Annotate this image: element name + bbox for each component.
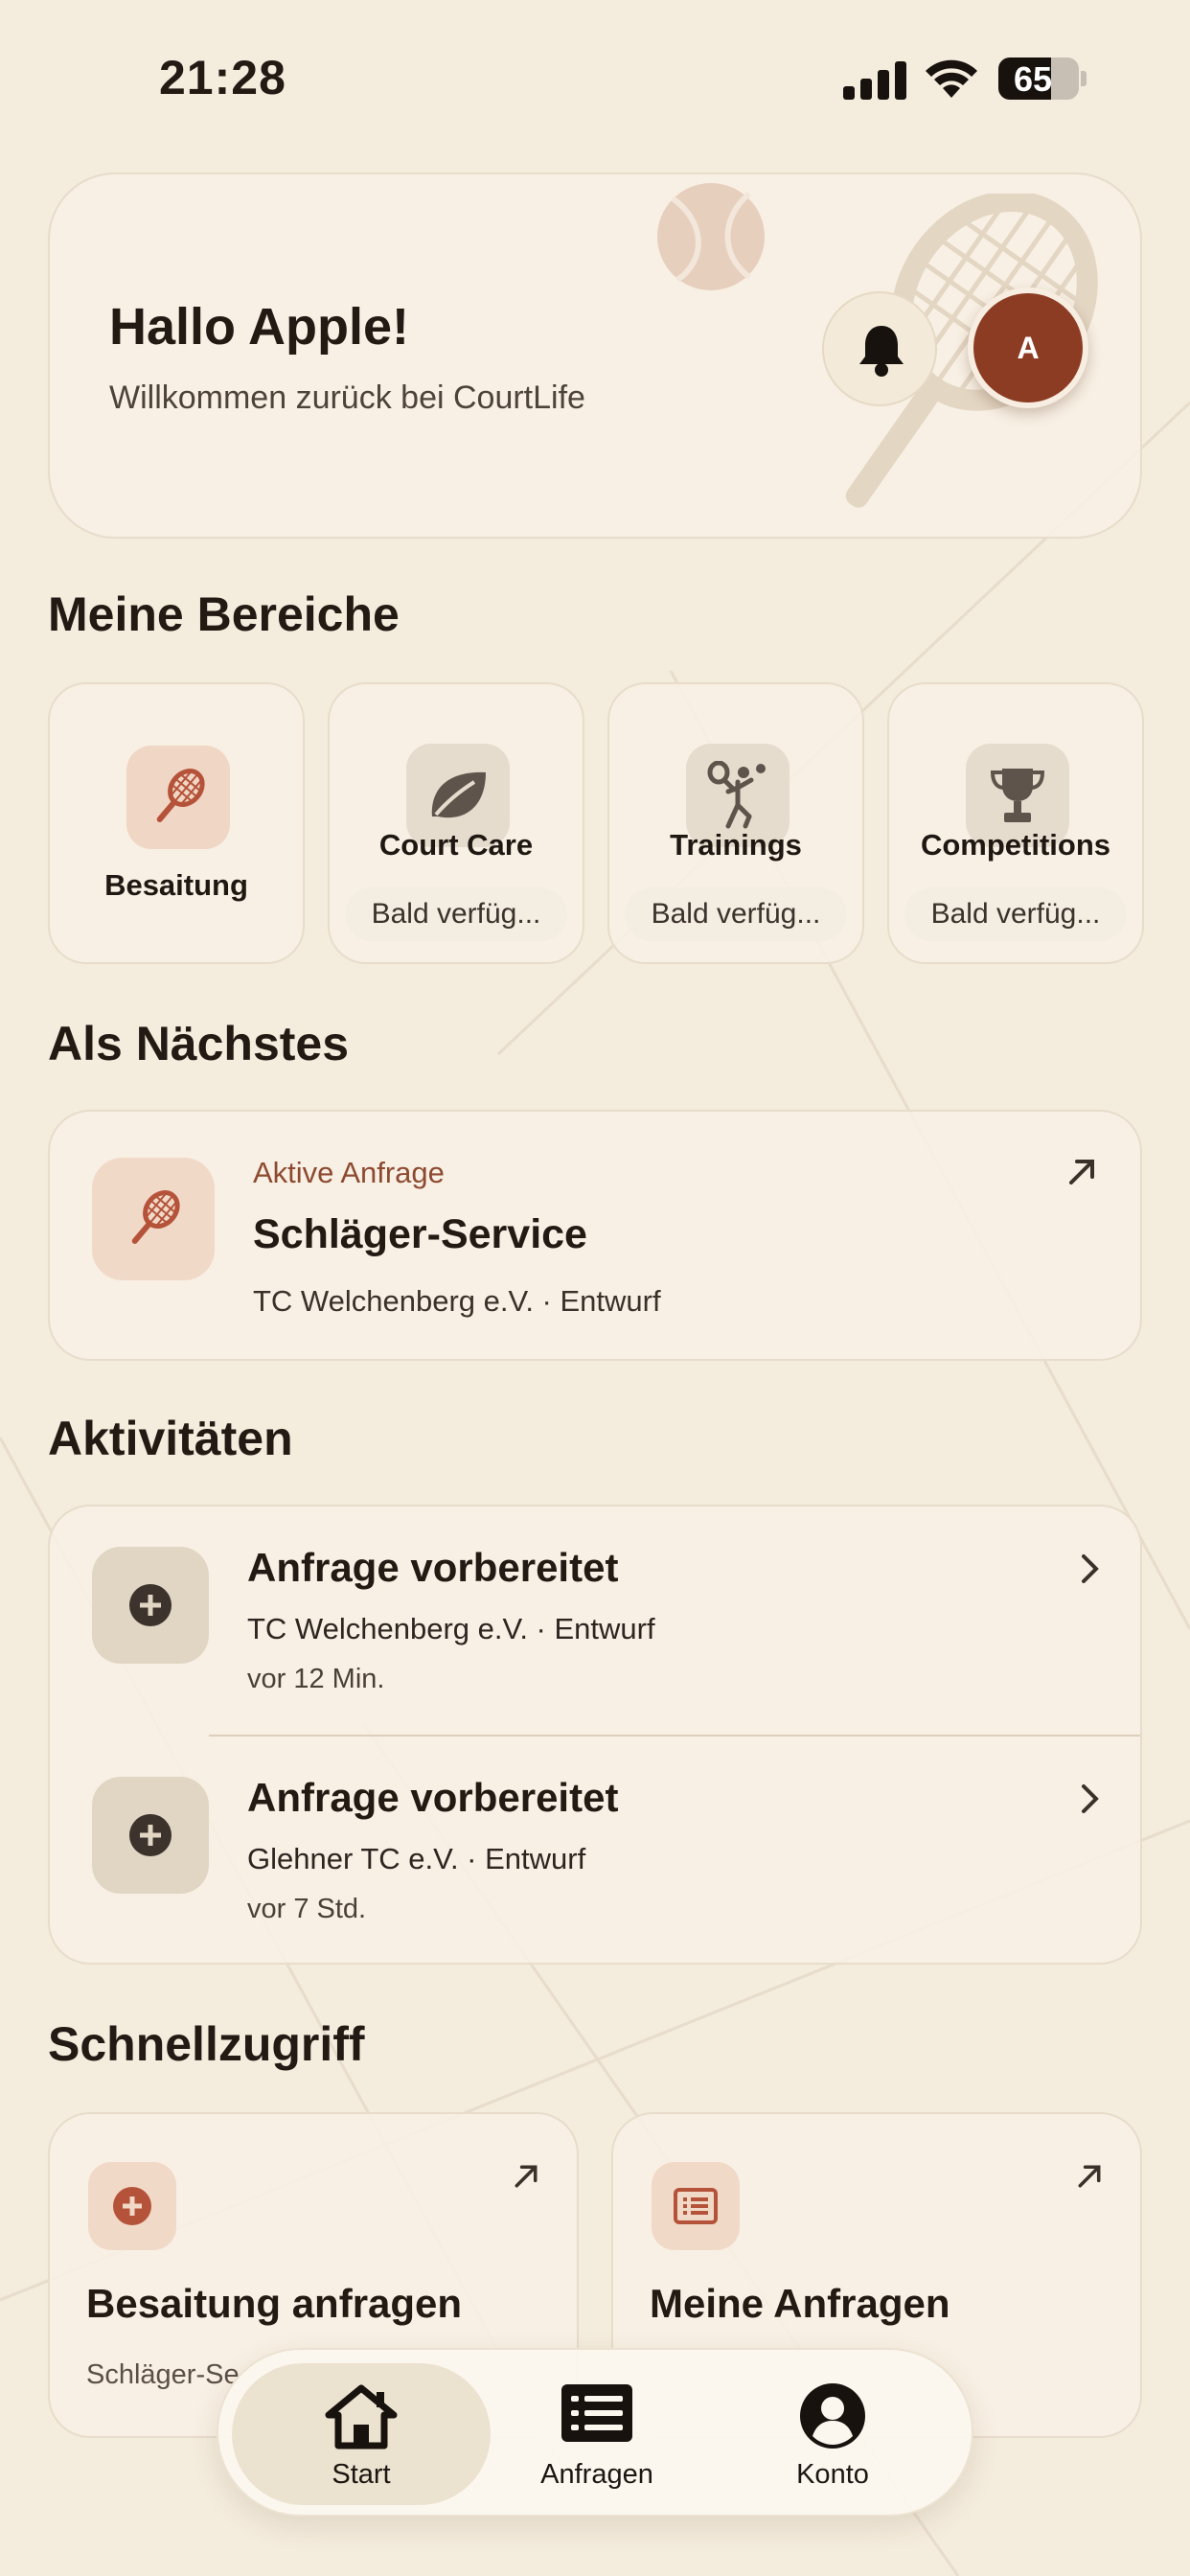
tab-anfragen[interactable]: Anfragen <box>468 2363 726 2505</box>
leaf-icon <box>431 771 486 818</box>
quick-title: Besaitung anfragen <box>86 2281 463 2326</box>
activity-row[interactable]: Anfrage vorbereitet TC Welchenberg e.V. … <box>50 1506 1140 1736</box>
welcome-card: Hallo Apple! Willkommen zurück bei Court… <box>48 172 1142 539</box>
status-bar: 21:28 65 <box>0 0 1190 153</box>
list-icon <box>674 2188 718 2224</box>
racket-icon <box>131 1190 180 1244</box>
request-title: Schläger-Service <box>253 1211 587 1257</box>
quick-title: Meine Anfragen <box>650 2281 950 2326</box>
activity-icon-box <box>92 1777 209 1894</box>
coming-soon-badge: Bald verfüg... <box>625 887 847 941</box>
person-icon <box>800 2383 865 2449</box>
notifications-button[interactable] <box>822 291 937 406</box>
battery-tip <box>1081 71 1087 86</box>
arrow-up-right-icon <box>1069 1160 1094 1184</box>
arrow-up-right-icon <box>1078 2165 1101 2188</box>
plus-circle-icon <box>113 2187 151 2225</box>
trophy-icon <box>990 769 1045 822</box>
status-time: 21:28 <box>159 51 286 104</box>
quick-icon-box <box>88 2162 176 2250</box>
racket-icon <box>156 769 205 822</box>
area-tile-trainings[interactable]: Trainings Bald verfüg... <box>607 682 864 964</box>
cellular-signal-icon <box>843 61 906 100</box>
chevron-right-icon <box>1082 1784 1099 1813</box>
wifi-icon <box>926 59 977 98</box>
activity-title: Anfrage vorbereitet <box>247 1775 619 1820</box>
coming-soon-badge: Bald verfüg... <box>904 887 1127 941</box>
greeting-title: Hallo Apple! <box>109 298 410 356</box>
active-request-card[interactable]: Aktive Anfrage Schläger-Service TC Welch… <box>48 1110 1142 1361</box>
plus-circle-icon <box>129 1584 172 1626</box>
area-label: Trainings <box>670 828 802 862</box>
activity-title: Anfrage vorbereitet <box>247 1545 619 1590</box>
tab-label: Konto <box>796 2459 869 2490</box>
chevron-right-icon <box>1082 1554 1099 1583</box>
activity-subtitle: Glehner TC e.V. · Entwurf <box>247 1842 586 1875</box>
next-icon-box <box>92 1158 215 1280</box>
activity-time: vor 7 Std. <box>247 1894 367 1924</box>
welcome-text: Willkommen zurück bei CourtLife <box>109 380 585 416</box>
tab-label: Anfragen <box>540 2459 653 2490</box>
activity-icon-box <box>92 1547 209 1664</box>
list-icon <box>561 2384 632 2442</box>
tennis-ball-decoration-icon <box>657 183 765 290</box>
quick-subtitle: Schläger-Se <box>86 2359 240 2390</box>
section-title-areas: Meine Bereiche <box>48 587 400 641</box>
activity-row[interactable]: Anfrage vorbereitet Glehner TC e.V. · En… <box>50 1736 1140 1966</box>
tab-start[interactable]: Start <box>232 2363 491 2505</box>
area-tile-competitions[interactable]: Competitions Bald verfüg... <box>887 682 1144 964</box>
quick-icon-box <box>652 2162 740 2250</box>
home-icon <box>325 2384 398 2450</box>
activities-card: Anfrage vorbereitet TC Welchenberg e.V. … <box>48 1505 1142 1965</box>
request-subtitle: TC Welchenberg e.V. · Entwurf <box>253 1284 661 1318</box>
section-title-next: Als Nächstes <box>48 1017 350 1070</box>
battery-level: 65 <box>1013 59 1053 99</box>
arrow-up-right-icon <box>515 2165 538 2188</box>
section-title-activities: Aktivitäten <box>48 1412 293 1465</box>
tab-konto[interactable]: Konto <box>703 2363 962 2505</box>
coming-soon-badge: Bald verfüg... <box>345 887 567 941</box>
bell-icon <box>859 326 904 377</box>
request-status-tag: Aktive Anfrage <box>253 1156 445 1189</box>
area-label: Competitions <box>920 828 1111 862</box>
plus-circle-icon <box>129 1814 172 1856</box>
player-icon <box>707 761 766 829</box>
section-title-quick-access: Schnellzugriff <box>48 2017 365 2071</box>
battery-icon: 65 <box>998 58 1079 100</box>
tab-bar: Start Anfragen Konto <box>217 2348 973 2517</box>
area-tile-besaitung[interactable]: Besaitung <box>48 682 305 964</box>
area-label: Court Care <box>378 828 534 862</box>
area-tile-court-care[interactable]: Court Care Bald verfüg... <box>328 682 584 964</box>
tab-label: Start <box>332 2459 391 2490</box>
area-icon-box <box>126 746 230 849</box>
avatar[interactable]: A <box>968 288 1088 408</box>
activity-subtitle: TC Welchenberg e.V. · Entwurf <box>247 1612 655 1645</box>
area-label: Besaitung <box>104 868 248 902</box>
activity-time: vor 12 Min. <box>247 1664 385 1694</box>
